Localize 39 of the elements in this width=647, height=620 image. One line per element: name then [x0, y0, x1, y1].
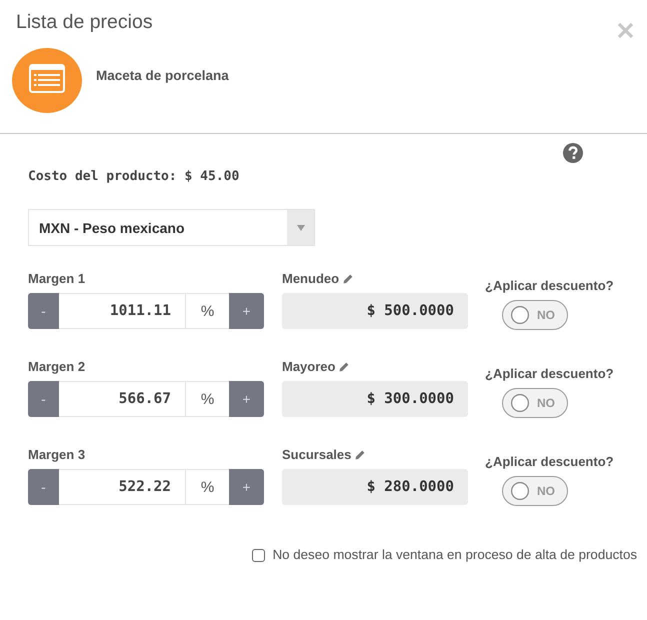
- decrease-button[interactable]: -: [28, 293, 59, 329]
- discount-toggle[interactable]: NO: [502, 476, 568, 506]
- pencil-icon[interactable]: [343, 274, 354, 284]
- margin-input[interactable]: 1011.11: [59, 293, 186, 329]
- discount-toggle[interactable]: NO: [502, 300, 568, 330]
- price-label: Menudeo: [282, 271, 340, 287]
- discount-label: ¿Aplicar descuento?: [485, 278, 614, 294]
- discount-toggle[interactable]: NO: [502, 388, 568, 418]
- list-icon: [12, 48, 82, 113]
- toggle-knob-icon: [511, 482, 529, 500]
- currency-select[interactable]: MXN - Peso mexicano: [28, 209, 315, 246]
- help-icon[interactable]: [563, 143, 583, 163]
- increase-button[interactable]: +: [229, 381, 264, 417]
- price-label: Sucursales: [282, 447, 352, 463]
- pencil-icon[interactable]: [355, 450, 366, 460]
- margin-input[interactable]: 566.67: [59, 381, 186, 417]
- margin-label: Margen 3: [28, 447, 86, 463]
- increase-button[interactable]: +: [229, 293, 264, 329]
- margin-input[interactable]: 522.22: [59, 469, 186, 505]
- increase-button[interactable]: +: [229, 469, 264, 505]
- checkbox-label[interactable]: No deseo mostrar la ventana en proceso de alta de productos: [272, 547, 637, 563]
- price-field: $ 280.0000: [282, 469, 468, 505]
- product-cost: Costo del producto: $ 45.00: [28, 169, 240, 185]
- decrease-button[interactable]: -: [28, 469, 59, 505]
- margin-label: Margen 1: [28, 271, 86, 287]
- discount-label: ¿Aplicar descuento?: [485, 454, 614, 470]
- toggle-knob-icon: [511, 394, 529, 412]
- decrease-button[interactable]: -: [28, 381, 59, 417]
- dialog-title: Lista de precios: [16, 11, 153, 34]
- price-field: $ 500.0000: [282, 293, 468, 329]
- product-name: Maceta de porcelana: [96, 68, 229, 84]
- price-field: $ 300.0000: [282, 381, 468, 417]
- caret-icon: [287, 210, 314, 245]
- discount-label: ¿Aplicar descuento?: [485, 366, 614, 382]
- checkbox[interactable]: [252, 548, 265, 562]
- pencil-icon[interactable]: [339, 362, 350, 372]
- price-label: Mayoreo: [282, 359, 336, 375]
- toggle-knob-icon: [511, 306, 529, 324]
- margin-label: Margen 2: [28, 359, 86, 375]
